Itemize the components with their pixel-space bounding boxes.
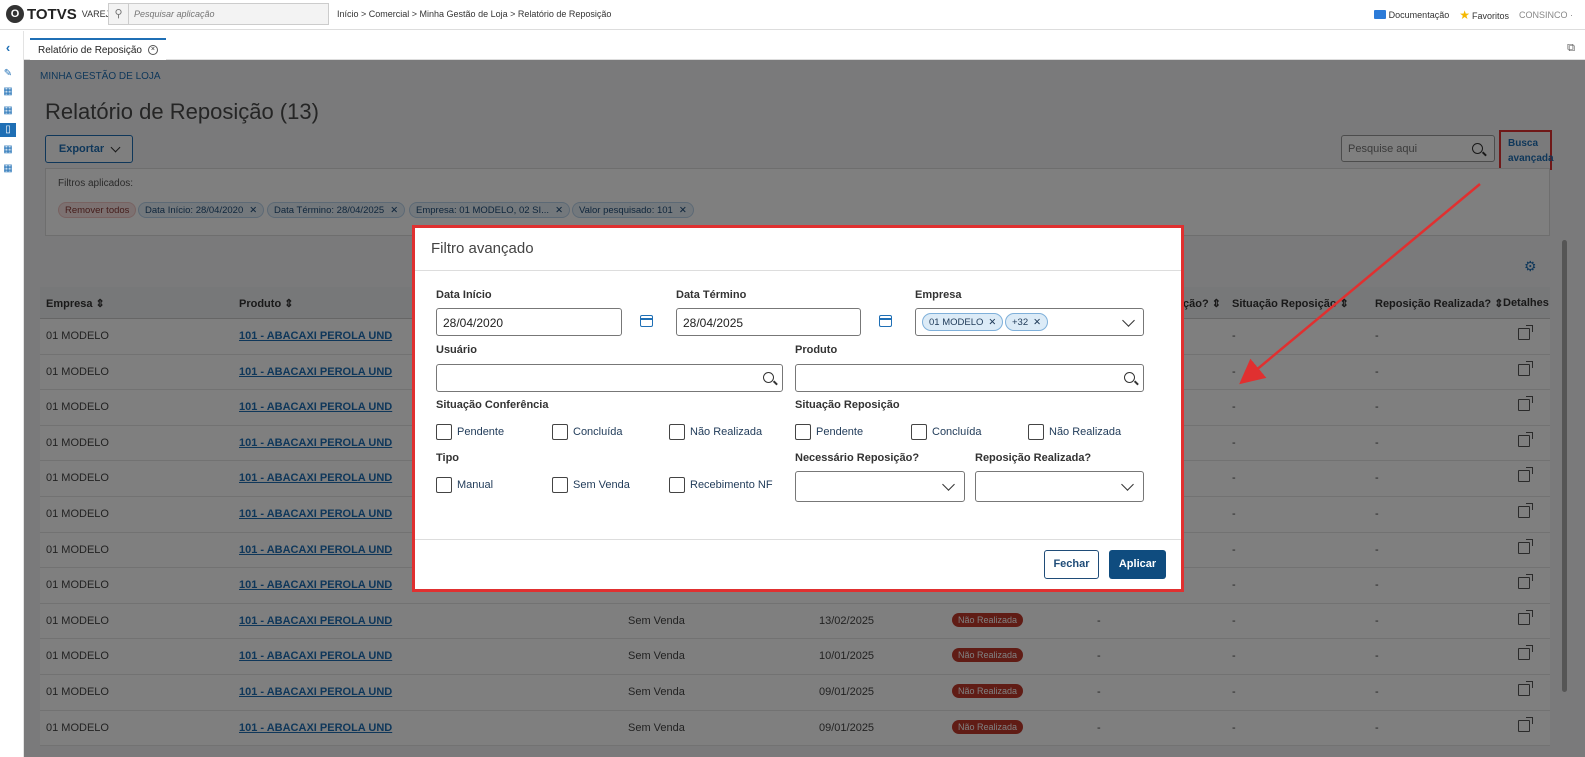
collapse-chevron-icon[interactable]: ‹ (1, 41, 15, 55)
tipo-option-label[interactable]: Sem Venda (573, 479, 630, 491)
situacao-reposicao-checkbox[interactable] (1028, 424, 1044, 440)
close-icon[interactable]: ✕ (988, 317, 996, 328)
empresa-label: Empresa (915, 289, 962, 301)
situacao-reposicao-option-label[interactable]: Pendente (816, 426, 863, 438)
usuario-input[interactable] (436, 364, 783, 392)
chevron-down-icon[interactable] (1122, 314, 1135, 327)
advanced-filter-modal: Filtro avançado Data Início 28/04/2020 D… (412, 225, 1184, 592)
search-icon[interactable] (763, 372, 774, 383)
documentation-label: Documentação (1388, 10, 1450, 20)
breadcrumb[interactable]: Início > Comercial > Minha Gestão de Loj… (337, 9, 611, 19)
situacao-reposicao-option-label[interactable]: Não Realizada (1049, 426, 1121, 438)
close-icon[interactable]: ✕ (1033, 317, 1041, 328)
situacao-conferencia-option-label[interactable]: Pendente (457, 426, 504, 438)
usuario-label: Usuário (436, 344, 477, 356)
brand-name: TOTVS (27, 5, 77, 23)
situacao-conferencia-option-label[interactable]: Concluída (573, 426, 623, 438)
empresa-tag-more: +32 ✕ (1005, 313, 1049, 331)
close-icon[interactable]: × (147, 45, 158, 55)
mobile-icon[interactable]: ▯ (0, 123, 16, 137)
modal-header-divider (415, 270, 1181, 271)
folder-icon (1373, 10, 1386, 19)
pencil-icon[interactable]: ✎ (1, 67, 15, 81)
search-icon: ⚲ (109, 4, 129, 24)
tipo-option-label[interactable]: Recebimento NF (690, 479, 773, 491)
favorites-label: Favoritos (1471, 11, 1509, 21)
tab-bar: Relatório de Reposição × ⧉ (24, 31, 1585, 60)
close-button[interactable]: Fechar (1044, 550, 1099, 579)
favorites-link[interactable]: ★ Favoritos (1459, 8, 1509, 22)
produto-input[interactable] (795, 364, 1144, 392)
tipo-option-label[interactable]: Manual (457, 479, 493, 491)
tab-label: Relatório de Reposição (38, 44, 142, 56)
top-links: Documentação ★ Favoritos CONSINCO · (1373, 8, 1573, 22)
table-icon[interactable]: ▦ (1, 162, 15, 176)
necessario-reposicao-label: Necessário Reposição? (795, 452, 920, 464)
modal-title: Filtro avançado (431, 240, 534, 257)
chevron-down-icon (1121, 478, 1134, 491)
situacao-reposicao-option-label[interactable]: Concluída (932, 426, 982, 438)
scrollbar[interactable] (1562, 240, 1567, 692)
empresa-tag: 01 MODELO ✕ (922, 313, 1004, 331)
data-termino-input[interactable]: 28/04/2025 (676, 308, 861, 336)
situacao-conferencia-checkbox[interactable] (669, 424, 685, 440)
top-bar: O TOTVS VAREJO ⚲ Início > Comercial > Mi… (0, 0, 1585, 30)
window-icon[interactable]: ⧉ (1567, 42, 1575, 55)
situacao-reposicao-checkbox[interactable] (795, 424, 811, 440)
logo-mark-icon: O (6, 5, 24, 23)
tab-relatorio-reposicao[interactable]: Relatório de Reposição × (30, 38, 166, 60)
table-icon[interactable]: ▦ (1, 143, 15, 157)
data-inicio-label: Data Início (436, 289, 492, 301)
tipo-checkbox[interactable] (552, 477, 568, 493)
documentation-link[interactable]: Documentação (1373, 10, 1450, 20)
necessario-reposicao-select[interactable] (795, 471, 965, 502)
calendar-icon[interactable] (879, 315, 892, 327)
star-icon: ★ (1459, 8, 1470, 22)
situacao-conferencia-label: Situação Conferência (436, 399, 549, 411)
user-menu[interactable]: CONSINCO · (1519, 10, 1573, 20)
app-search-input[interactable] (129, 9, 319, 19)
side-rail: ‹ ✎ ▦ ▦ ▯ ▦ ▦ (0, 31, 24, 757)
totvs-logo[interactable]: O TOTVS VAREJO (6, 5, 117, 23)
modal-footer-divider (415, 539, 1181, 540)
situacao-reposicao-checkbox[interactable] (911, 424, 927, 440)
data-inicio-input[interactable]: 28/04/2020 (436, 308, 622, 336)
table-icon[interactable]: ▦ (1, 104, 15, 118)
situacao-conferencia-checkbox[interactable] (436, 424, 452, 440)
app-search: ⚲ (108, 3, 329, 25)
search-icon[interactable] (1124, 372, 1135, 383)
calendar-icon[interactable] (640, 315, 653, 327)
situacao-conferencia-checkbox[interactable] (552, 424, 568, 440)
empresa-multiselect[interactable]: 01 MODELO ✕ +32 ✕ (915, 308, 1144, 336)
tipo-checkbox[interactable] (669, 477, 685, 493)
data-termino-label: Data Término (676, 289, 747, 301)
situacao-reposicao-label: Situação Reposição (795, 399, 900, 411)
apply-button[interactable]: Aplicar (1109, 550, 1166, 579)
tipo-label: Tipo (436, 452, 460, 464)
reposicao-realizada-select[interactable] (975, 471, 1144, 502)
produto-label: Produto (795, 344, 838, 356)
tipo-checkbox[interactable] (436, 477, 452, 493)
reposicao-realizada-label: Reposição Realizada? (975, 452, 1092, 464)
situacao-conferencia-option-label[interactable]: Não Realizada (690, 426, 762, 438)
table-icon[interactable]: ▦ (1, 85, 15, 99)
chevron-down-icon (942, 478, 955, 491)
